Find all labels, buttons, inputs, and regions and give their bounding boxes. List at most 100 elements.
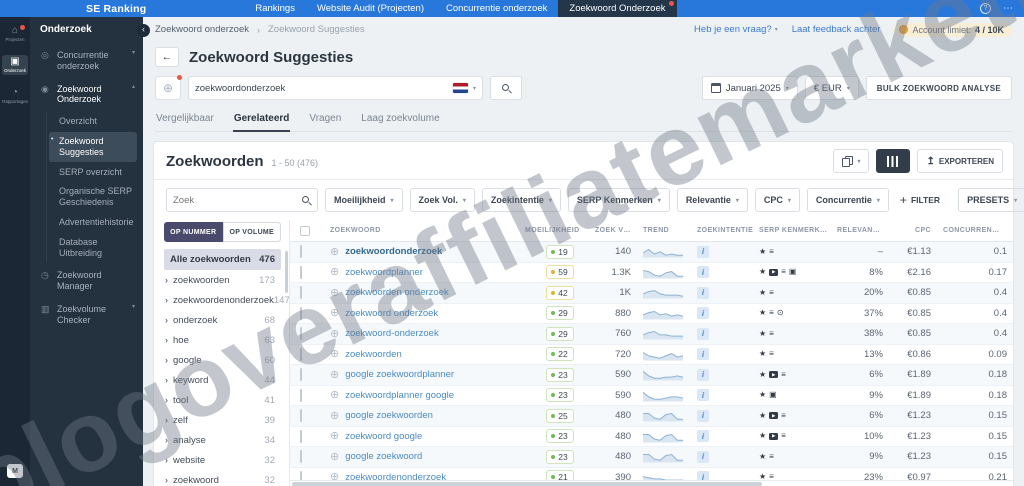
column-header-concurrentie[interactable]: CONCURRENTIE xyxy=(943,220,1013,242)
add-to-list-icon[interactable]: ⊕ xyxy=(330,452,339,462)
bulk-analysis-button[interactable]: BULK ZOEKWOORD ANALYSE xyxy=(866,76,1012,100)
filter-chip-cpc[interactable]: CPC▾ xyxy=(755,188,800,212)
group-item-all[interactable]: Alle zoekwoorden476 xyxy=(164,249,281,270)
keyword-link[interactable]: zoekwoordenonderzoek xyxy=(345,472,446,480)
more-menu-icon[interactable]: ⋯ xyxy=(1003,3,1014,14)
tab-gerelateerd[interactable]: Gerelateerd xyxy=(233,109,291,132)
group-item-tool[interactable]: ›tool41 xyxy=(164,390,281,410)
rail-item-projecten[interactable]: ⌂Projecten xyxy=(2,24,28,44)
topnav-item-website-audit-projecten[interactable]: Website Audit (Projecten) xyxy=(306,0,435,17)
filter-chip-zoek-vol[interactable]: Zoek Vol.▾ xyxy=(410,188,475,212)
topnav-item-zoekwoord-onderzoek[interactable]: Zoekwoord Onderzoek xyxy=(558,0,676,17)
keyword-link[interactable]: google zoekwoordplanner xyxy=(345,369,454,380)
row-checkbox[interactable] xyxy=(300,307,302,320)
sidebar-subitem-database-uitbreiding[interactable]: Database Uitbreiding xyxy=(49,233,137,263)
toggle-op-nummer[interactable]: OP NUMMER xyxy=(164,222,223,242)
add-to-list-icon[interactable]: ⊕ xyxy=(330,431,339,441)
keyword-link[interactable]: zoekwoordplanner google xyxy=(345,390,454,401)
search-button[interactable] xyxy=(490,76,522,100)
row-checkbox[interactable] xyxy=(300,430,302,443)
group-item-zoekwoorden[interactable]: ›zoekwoorden173 xyxy=(164,270,281,290)
sidebar-subitem-overzicht[interactable]: Overzicht xyxy=(49,112,137,131)
brand-logo[interactable]: SE Ranking xyxy=(86,3,146,15)
sidebar-item-zoekwoord-onderzoek[interactable]: ◉Zoekwoord Onderzoek▴ xyxy=(30,78,143,112)
sidebar-subitem-serp-overzicht[interactable]: SERP overzicht xyxy=(49,163,137,182)
currency-select[interactable]: € EUR▾ xyxy=(805,76,859,100)
keyword-link[interactable]: zoekwoorden onderzoek xyxy=(345,287,449,298)
select-all-checkbox[interactable] xyxy=(300,226,310,236)
group-item-hoe[interactable]: ›hoe63 xyxy=(164,330,281,350)
group-item-keyword[interactable]: ›keyword44 xyxy=(164,370,281,390)
row-checkbox[interactable] xyxy=(300,389,302,402)
sidebar-subitem-advertentiehistorie[interactable]: Advertentiehistorie xyxy=(49,213,137,232)
column-header-trend[interactable]: TREND xyxy=(643,220,697,242)
vertical-scrollbar[interactable] xyxy=(285,251,288,293)
keyword-link[interactable]: google zoekwoorden xyxy=(345,410,433,421)
toggle-op-volume[interactable]: OP VOLUME xyxy=(223,222,282,242)
tab-vergelijkbaar[interactable]: Vergelijkbaar xyxy=(155,109,215,131)
add-keyword-button[interactable]: ⊕ xyxy=(155,76,181,100)
row-checkbox[interactable] xyxy=(300,368,302,381)
group-item-zoekwoordenonderzoek[interactable]: ›zoekwoordenonderzoek147 xyxy=(164,290,281,310)
column-header-zoekwoord[interactable]: ZOEKWOORD xyxy=(330,220,525,242)
keyword-link[interactable]: zoekwoord onderzoek xyxy=(345,308,438,319)
row-checkbox[interactable] xyxy=(300,327,302,340)
add-to-list-icon[interactable]: ⊕ xyxy=(330,390,339,400)
column-header-relevantie[interactable]: RELEVANTIE xyxy=(837,220,895,242)
topnav-item-concurrentie-onderzoek[interactable]: Concurrentie onderzoek xyxy=(435,0,558,17)
group-item-analyse[interactable]: ›analyse34 xyxy=(164,430,281,450)
sidebar-collapse-button[interactable]: ‹ xyxy=(137,24,150,37)
feedback-link[interactable]: Laat feedback achter xyxy=(792,24,881,35)
user-avatar[interactable]: M xyxy=(7,464,23,478)
add-to-list-icon[interactable]: ⊕ xyxy=(330,247,339,257)
topnav-item-rankings[interactable]: Rankings xyxy=(244,0,306,17)
row-checkbox[interactable] xyxy=(300,286,302,299)
group-item-zoekwoord[interactable]: ›zoekwoord32 xyxy=(164,470,281,486)
row-checkbox[interactable] xyxy=(300,245,302,258)
column-header-serp-kenmerk[interactable]: SERP KENMERK... xyxy=(759,220,837,242)
rail-item-rapportages[interactable]: ◔Rapportages xyxy=(2,86,28,106)
horizontal-scrollbar-thumb[interactable] xyxy=(292,482,762,486)
filter-chip-relevantie[interactable]: Relevantie▾ xyxy=(677,188,748,212)
question-link[interactable]: Heb je een vraag?▾ xyxy=(694,24,778,35)
period-select[interactable]: Januari 2025▾ xyxy=(702,76,798,100)
sidebar-item-zoekvolume-checker[interactable]: ▥Zoekvolume Checker▾ xyxy=(30,298,143,332)
keyword-link[interactable]: zoekwoordonderzoek xyxy=(345,246,442,257)
row-checkbox[interactable] xyxy=(300,348,302,361)
keyword-link[interactable]: google zoekwoord xyxy=(345,451,422,462)
keyword-link[interactable]: zoekwoord-onderzoek xyxy=(345,328,438,339)
columns-button[interactable] xyxy=(876,149,910,173)
group-item-onderzoek[interactable]: ›onderzoek68 xyxy=(164,310,281,330)
add-to-list-icon[interactable]: ⊕ xyxy=(330,267,339,277)
row-checkbox[interactable] xyxy=(300,266,302,279)
export-button[interactable]: ↥EXPORTEREN xyxy=(917,149,1003,173)
sidebar-item-concurrentie-onderzoek[interactable]: ◎Concurrentie onderzoek▾ xyxy=(30,44,143,78)
keyword-search-input[interactable] xyxy=(195,83,448,94)
row-checkbox[interactable] xyxy=(300,409,302,422)
tab-vragen[interactable]: Vragen xyxy=(308,109,342,131)
filter-chip-moeilijkheid[interactable]: Moeilijkheid▾ xyxy=(325,188,403,212)
group-item-google[interactable]: ›google60 xyxy=(164,350,281,370)
row-checkbox[interactable] xyxy=(300,471,302,480)
add-filter-button[interactable]: +FILTER xyxy=(896,193,944,207)
group-item-zelf[interactable]: ›zelf39 xyxy=(164,410,281,430)
table-filter-input[interactable] xyxy=(173,195,297,206)
filter-chip-serp-kenmerken[interactable]: SERP Kenmerken▾ xyxy=(568,188,670,212)
add-to-list-icon[interactable]: ⊕ xyxy=(330,329,339,339)
account-limit-badge[interactable]: Account limiet:4 / 10K xyxy=(894,23,1012,37)
group-item-website[interactable]: ›website32 xyxy=(164,450,281,470)
column-header-zoek-vol[interactable]: ZOEK VOL. ▾ xyxy=(595,220,643,242)
add-to-list-icon[interactable]: ⊕ xyxy=(330,308,339,318)
filter-chip-concurrentie[interactable]: Concurrentie▾ xyxy=(807,188,889,212)
chevron-down-icon[interactable]: ▾ xyxy=(473,85,476,92)
tab-laag-zoekvolume[interactable]: Laag zoekvolume xyxy=(360,109,440,131)
netherlands-flag-icon[interactable] xyxy=(453,83,468,93)
presets-button[interactable]: PRESETS▾ xyxy=(958,188,1024,212)
column-header-zoekintentie[interactable]: ZOEKINTENTIE xyxy=(697,220,759,242)
help-icon[interactable]: ? xyxy=(980,3,991,14)
filter-chip-zoekintentie[interactable]: Zoekintentie▾ xyxy=(482,188,561,212)
keyword-link[interactable]: zoekwoordplanner xyxy=(345,267,423,278)
add-to-list-icon[interactable]: ⊕ xyxy=(330,288,339,298)
back-button[interactable]: ← xyxy=(155,47,179,67)
add-to-list-icon[interactable]: ⊕ xyxy=(330,370,339,380)
